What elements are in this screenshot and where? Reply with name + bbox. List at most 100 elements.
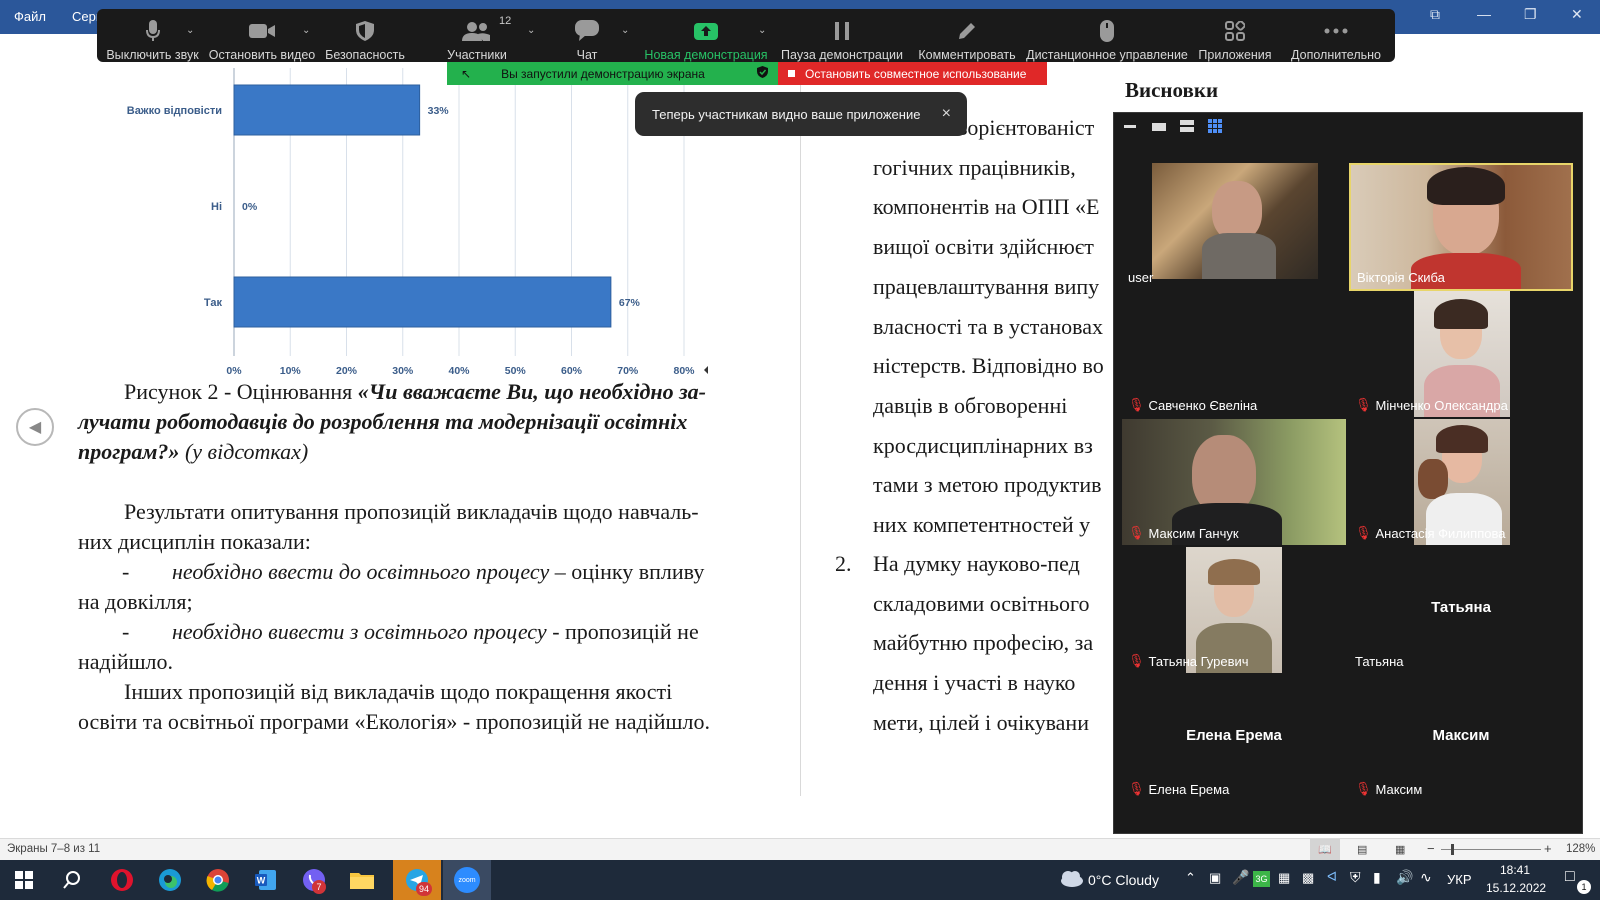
- stop-video-label: Остановить видео: [208, 48, 316, 62]
- minimize-panel-icon[interactable]: [1124, 125, 1136, 128]
- zoom-app-icon[interactable]: zoom: [447, 864, 487, 896]
- chevron-down-icon[interactable]: ⌄: [527, 25, 535, 36]
- menu-file[interactable]: Файл: [14, 9, 46, 24]
- participants-label: Участники: [447, 48, 507, 62]
- data-label: 67%: [619, 297, 641, 309]
- muted-microphone-icon: 🎙: [1128, 397, 1145, 412]
- wifi-icon[interactable]: ∿: [1420, 869, 1432, 886]
- new-share-label: Новая демонстрация: [644, 48, 768, 62]
- participant-name-row: 🎙 Максим Ганчук: [1128, 525, 1239, 541]
- conclusion-line: тами з метою продуктив: [873, 472, 1102, 498]
- security-shield-tray-icon[interactable]: ⛨: [1350, 869, 1361, 886]
- x-tick-label: 40%: [448, 365, 470, 377]
- stop-square-icon: [788, 70, 795, 77]
- conclusion-line: працевлаштування випу: [873, 273, 1100, 299]
- annotate-button[interactable]: Комментировать: [913, 9, 1021, 62]
- participant-tile[interactable]: 🎙 Анастасія Филиппова: [1349, 419, 1573, 545]
- opera-icon[interactable]: [102, 864, 142, 896]
- participant-tile[interactable]: Елена Ерема 🎙 Елена Ерема: [1122, 675, 1346, 801]
- zoom-slider-thumb[interactable]: [1451, 844, 1454, 855]
- file-explorer-icon[interactable]: [342, 864, 382, 896]
- new-share-button[interactable]: Новая демонстрация: [644, 9, 768, 62]
- weather-text[interactable]: 0°C Cloudy: [1088, 872, 1159, 888]
- x-tick-label: 20%: [336, 365, 358, 377]
- drag-handle-icon[interactable]: ↖: [461, 67, 471, 81]
- participant-tile[interactable]: 🎙 Савченко Євеліна: [1122, 291, 1346, 417]
- 3g-modem-icon[interactable]: 3G: [1253, 871, 1270, 887]
- participant-tile[interactable]: Татьяна Татьяна: [1349, 547, 1573, 673]
- stop-video-button[interactable]: Остановить видео: [208, 9, 316, 62]
- x-tick-label: 80%: [673, 365, 695, 377]
- bluetooth-icon[interactable]: ᐊ: [1327, 869, 1337, 885]
- participant-tile-active[interactable]: Вікторія Скиба: [1349, 163, 1573, 291]
- close-icon[interactable]: ×: [942, 105, 951, 123]
- chevron-down-icon[interactable]: ⌄: [186, 25, 194, 36]
- single-view-icon[interactable]: [1152, 123, 1166, 131]
- zoom-out-icon[interactable]: −: [1427, 841, 1435, 856]
- participant-name: Татьяна: [1355, 654, 1404, 669]
- pencil-icon: [957, 18, 977, 44]
- display-tray-icon[interactable]: ▩: [1302, 870, 1314, 886]
- category-label: Так: [204, 297, 223, 309]
- maximize-icon[interactable]: ❐: [1524, 6, 1537, 23]
- print-layout-icon[interactable]: ▤: [1357, 843, 1367, 856]
- clock-date[interactable]: 15.12.2022: [1486, 881, 1546, 895]
- zoom-level[interactable]: 128%: [1566, 843, 1595, 855]
- grid-view-icon[interactable]: [1208, 119, 1222, 133]
- weather-cloud-icon[interactable]: [1058, 870, 1084, 893]
- bullet-1-line2: на довкілля;: [78, 589, 193, 614]
- participant-tile[interactable]: 🎙 Татьяна Гуревич: [1122, 547, 1346, 673]
- search-icon[interactable]: [52, 864, 92, 896]
- zoom-slider[interactable]: [1441, 849, 1541, 850]
- minimize-icon[interactable]: —: [1477, 6, 1491, 22]
- caption-suffix: (у відсотках): [179, 439, 309, 464]
- volume-icon[interactable]: 🔊: [1396, 869, 1413, 886]
- restore-icon[interactable]: ⧉: [1430, 6, 1440, 23]
- pause-share-button[interactable]: Пауза демонстрации: [781, 9, 903, 62]
- remote-control-button[interactable]: Дистанционное управление: [1026, 9, 1188, 62]
- close-icon[interactable]: ✕: [1571, 6, 1583, 23]
- network-tray-icon[interactable]: ▦: [1278, 870, 1290, 886]
- conclusion-line: мети, цілей і очікувани: [873, 709, 1089, 735]
- stop-share-button[interactable]: Остановить совместное использование: [778, 62, 1047, 85]
- chevron-down-icon[interactable]: ⌄: [758, 25, 766, 36]
- participant-tile[interactable]: 🎙 Максим Ганчук: [1122, 419, 1346, 545]
- previous-page-arrow-icon[interactable]: ◀: [16, 408, 54, 446]
- remote-control-label: Дистанционное управление: [1026, 48, 1188, 62]
- paragraph-2-line2: освіти та освітньої програми «Екологія» …: [78, 709, 710, 734]
- apps-button[interactable]: Приложения: [1195, 9, 1275, 62]
- chevron-down-icon[interactable]: ⌄: [302, 25, 310, 36]
- chat-icon: [575, 18, 599, 44]
- word-icon[interactable]: W: [246, 864, 286, 896]
- language-indicator[interactable]: УКР: [1447, 872, 1472, 887]
- web-layout-icon[interactable]: ▦: [1395, 843, 1405, 856]
- shield-check-icon: [757, 66, 768, 81]
- windows-start-icon[interactable]: [4, 864, 44, 896]
- more-icon: [1324, 18, 1348, 44]
- security-button[interactable]: Безопасность: [325, 9, 405, 62]
- sharing-status-banner[interactable]: ↖ Вы запустили демонстрацию экрана: [447, 62, 778, 85]
- participant-tile[interactable]: 🎙 Мінченко Олександра: [1349, 291, 1573, 417]
- chat-button[interactable]: Чат: [557, 9, 617, 62]
- clock-time[interactable]: 18:41: [1500, 863, 1530, 877]
- conclusion-line: давців в обговоренні: [873, 392, 1068, 418]
- notifications-icon[interactable]: □: [1565, 868, 1575, 886]
- edge-icon[interactable]: [150, 864, 190, 896]
- microphone-tray-icon[interactable]: 🎤: [1232, 869, 1249, 886]
- zoom-in-icon[interactable]: +: [1544, 841, 1552, 856]
- bullet-1-dash: -: [122, 559, 130, 584]
- camera-tray-icon[interactable]: ▣: [1209, 870, 1221, 886]
- more-button[interactable]: Дополнительно: [1286, 9, 1386, 62]
- bullet-2-line2: надійшло.: [78, 649, 174, 674]
- chevron-down-icon[interactable]: ⌄: [621, 25, 629, 36]
- windows-taskbar: W 7 94 zoom 0°C Cloudy ⌃ ▣ 🎤 3G ▦ ▩ ᐊ ⛨ …: [0, 860, 1600, 900]
- chevron-up-icon[interactable]: ⌃: [1185, 870, 1196, 886]
- conclusion-line: дення і участі в науко: [873, 670, 1076, 696]
- participant-tile[interactable]: user: [1122, 163, 1346, 289]
- battery-icon[interactable]: ▮: [1373, 869, 1381, 886]
- conclusion-line: вищої освіти здійснюєт: [873, 234, 1094, 260]
- participant-name-row: user: [1128, 270, 1153, 285]
- participant-tile[interactable]: Максим 🎙 Максим: [1349, 675, 1573, 801]
- chrome-icon[interactable]: [198, 864, 238, 896]
- strip-view-icon[interactable]: [1180, 120, 1194, 132]
